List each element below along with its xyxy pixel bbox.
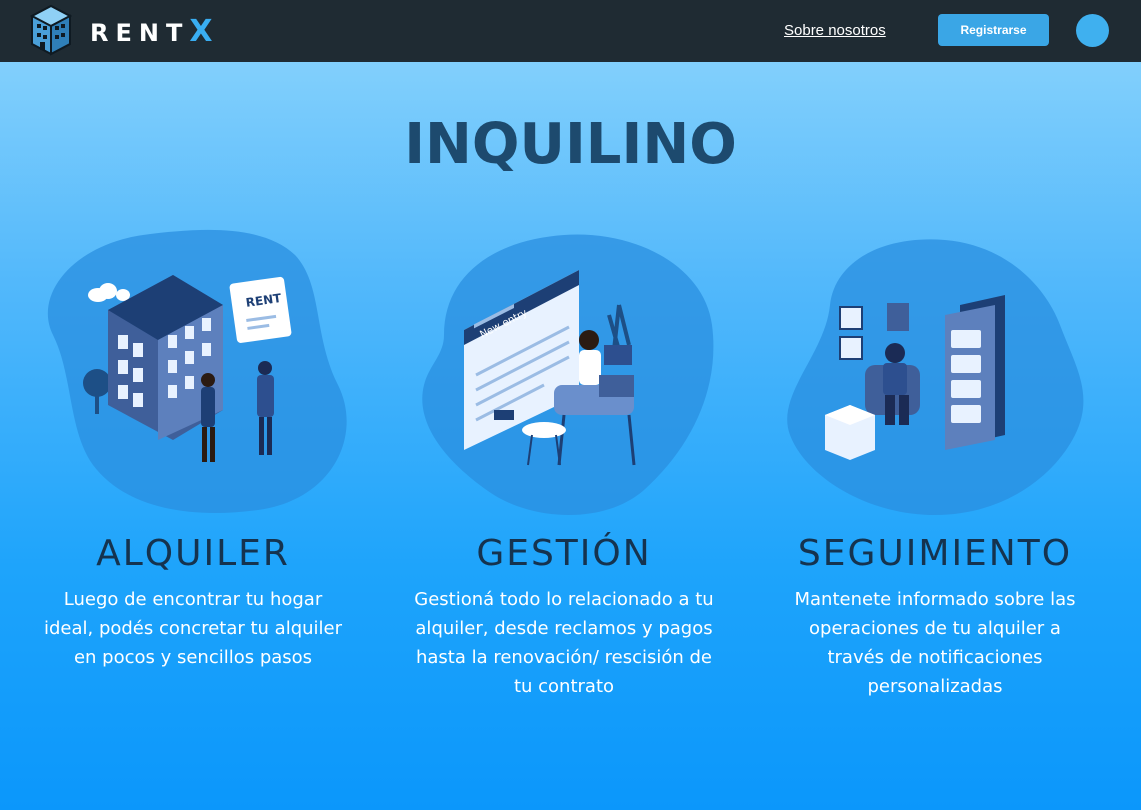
new-entry-form-illustration: New entry <box>422 234 714 515</box>
brand-name[interactable]: RENTX <box>90 14 212 49</box>
notifications-phone-illustration <box>787 239 1084 515</box>
feature-title: SEGUIMIENTO <box>797 533 1073 574</box>
brand-text: RENT <box>90 19 190 47</box>
brand-x: X <box>189 14 213 49</box>
feature-description: Mantenete informado sobre las operacione… <box>794 589 1076 697</box>
navbar: RENTX Sobre nosotros Registrarse <box>0 0 1141 62</box>
feature-description: Luego de encontrar tu hogar ideal, podés… <box>43 589 343 668</box>
user-avatar[interactable] <box>1076 14 1109 47</box>
feature-title: GESTIÓN <box>476 533 652 574</box>
page-title: INQUILINO <box>404 112 737 177</box>
building-cube-icon[interactable] <box>30 4 72 56</box>
feature-description: Gestioná todo lo relacionado a tu alquil… <box>414 589 714 697</box>
building-rent-illustration: RENT <box>47 229 347 513</box>
about-link[interactable]: Sobre nosotros <box>784 22 886 39</box>
feature-title: ALQUILER <box>96 533 290 574</box>
register-button[interactable]: Registrarse <box>938 14 1049 46</box>
